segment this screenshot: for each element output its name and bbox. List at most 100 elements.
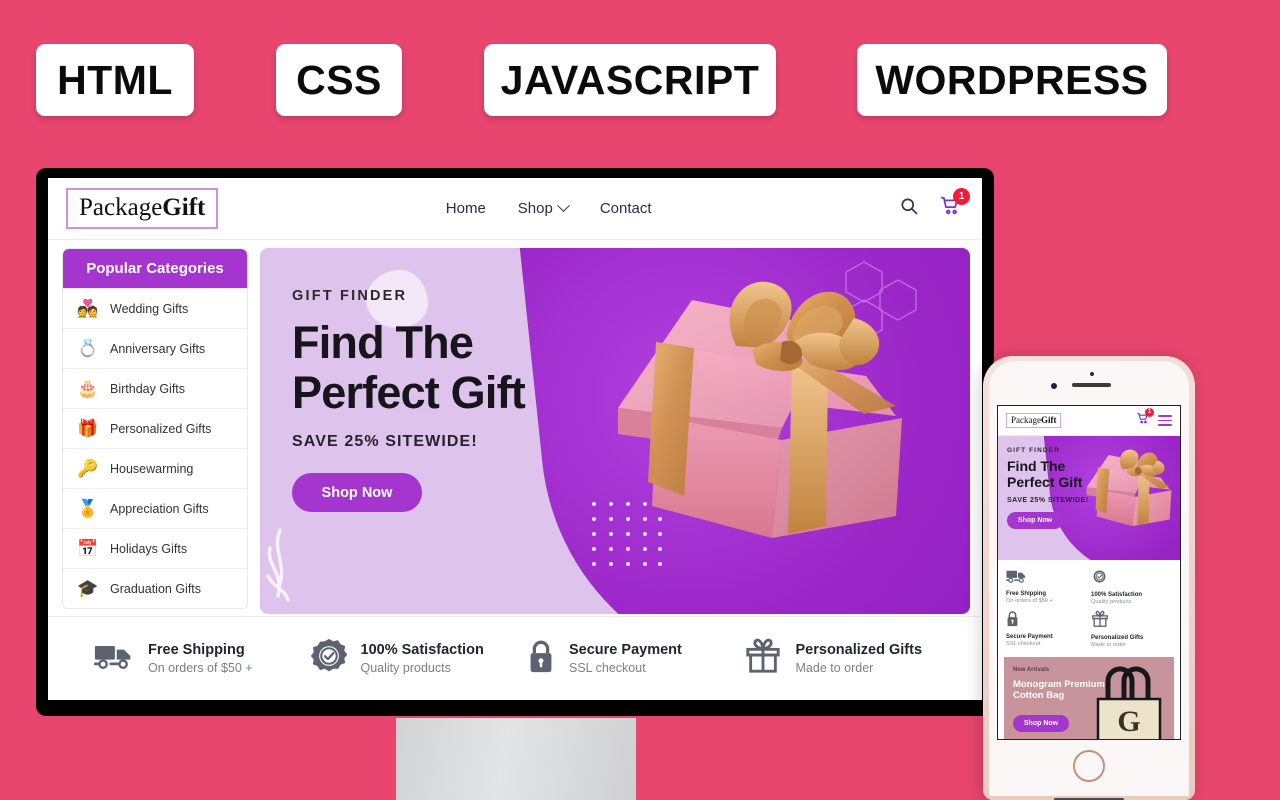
tech-tag-wordpress: WORDPRESS: [857, 44, 1167, 116]
feature-subtitle: On orders of $50 +: [148, 661, 253, 675]
sidebar-item-label: Anniversary Gifts: [110, 341, 206, 356]
mobile-feature-grid: Free Shipping On orders of $50 + 100% Sa…: [998, 560, 1180, 657]
sensor-dot-icon: [1090, 372, 1094, 376]
sidebar-item-holidays-gifts[interactable]: 📅 Holidays Gifts: [63, 528, 247, 568]
mobile-header-actions: 1: [1136, 407, 1172, 430]
mobile-cart-count-badge: 1: [1145, 407, 1154, 417]
promo-tag-label: New Arrivals: [1013, 667, 1050, 673]
chevron-down-icon: [556, 199, 570, 213]
cart-icon[interactable]: 1: [939, 188, 970, 222]
mobile-feature-secure-payment: Secure Payment SSL checkout: [1006, 610, 1087, 648]
birthday-cake-icon: 🎂: [77, 379, 99, 398]
mobile-hero-heading: Find The Perfect Gift: [1007, 458, 1089, 490]
mobile-cart-icon[interactable]: 1: [1136, 407, 1154, 430]
feature-title: 100% Satisfaction: [360, 642, 484, 658]
mobile-hero-shop-now-button[interactable]: Shop Now: [1007, 512, 1063, 530]
feature-free-shipping: Free Shipping On orders of $50 +: [94, 641, 311, 676]
site-logo[interactable]: PackageGift: [66, 188, 219, 229]
gift-box-illustration: [618, 281, 902, 538]
sidebar-item-wedding-gifts[interactable]: 💑 Wedding Gifts: [63, 288, 247, 328]
feature-title: Free Shipping: [148, 642, 245, 658]
mobile-site-logo[interactable]: PackageGift: [1006, 413, 1062, 428]
front-camera-icon: [1051, 383, 1057, 389]
site-header: PackageGift Home Shop Contact 1: [48, 178, 982, 240]
nav-label: Home: [445, 200, 486, 217]
mobile-hero-eyebrow: GIFT FINDER: [1007, 447, 1060, 454]
mobile-logo-text-gift: Gift: [1040, 415, 1057, 425]
hero-eyebrow: GIFT FINDER: [292, 288, 408, 304]
tote-monogram-letter: G: [1117, 705, 1140, 738]
mobile-site-header: PackageGift 1: [998, 406, 1180, 436]
mobile-feature-subtitle: On orders of $50 +: [1006, 598, 1053, 604]
nav-item-shop[interactable]: Shop: [517, 199, 570, 217]
desktop-monitor-mockup: PackageGift Home Shop Contact 1 Popular …: [36, 168, 994, 716]
monitor-stand: [396, 718, 636, 800]
header-actions: 1: [899, 188, 970, 222]
tech-tag-label: WORDPRESS: [875, 56, 1149, 103]
sidebar-item-label: Holidays Gifts: [110, 541, 188, 556]
sidebar-item-label: Wedding Gifts: [110, 301, 189, 316]
key-icon: 🔑: [77, 459, 99, 478]
mobile-hero-heading-line1: Find The: [1007, 458, 1066, 474]
phone-bottom-bezel: [989, 796, 1189, 800]
tech-tag-css: CSS: [276, 44, 402, 116]
feature-secure-payment: Secure Payment SSL checkout: [527, 638, 744, 679]
hamburger-menu-icon[interactable]: [1158, 412, 1172, 429]
feature-title: Personalized Gifts: [795, 642, 923, 658]
earpiece-speaker: [1072, 383, 1111, 387]
mobile-logo-text-package: Package: [1011, 415, 1041, 425]
popular-categories-sidebar: Popular Categories 💑 Wedding Gifts 💍 Ann…: [62, 248, 248, 609]
mobile-promo-banner: New Arrivals Monogram Premium Cotton Bag…: [1004, 657, 1174, 739]
main-navigation: Home Shop Contact: [198, 199, 899, 217]
nav-label: Contact: [599, 200, 652, 217]
hero-shop-now-button[interactable]: Shop Now: [292, 473, 422, 512]
wedding-couple-icon: 💑: [77, 299, 99, 318]
desktop-screen: PackageGift Home Shop Contact 1 Popular …: [48, 178, 982, 700]
promo-shop-now-button[interactable]: Shop Now: [1013, 715, 1069, 732]
home-button[interactable]: [1073, 750, 1105, 782]
mobile-feature-subtitle: Quality products: [1091, 599, 1132, 605]
nav-item-contact[interactable]: Contact: [600, 200, 652, 217]
mobile-phone-mockup: PackageGift 1 GIFT FINDER Find The Perfe…: [983, 356, 1195, 800]
mobile-hero-subheading: SAVE 25% SITEWIDE!: [1007, 497, 1089, 505]
gift-box-icon: 🎁: [77, 419, 99, 438]
feature-title: Secure Payment: [569, 642, 682, 658]
hero-heading-line1: Find The: [292, 317, 474, 368]
sidebar-item-appreciation-gifts[interactable]: 🏅 Appreciation Gifts: [63, 488, 247, 528]
phone-top-bezel: [989, 361, 1189, 405]
sidebar-item-personalized-gifts[interactable]: 🎁 Personalized Gifts: [63, 408, 247, 448]
hero-heading-line2: Perfect Gift: [292, 366, 526, 418]
sidebar-item-label: Birthday Gifts: [110, 381, 186, 396]
tech-tag-label: CSS: [296, 56, 382, 103]
sidebar-item-graduation-gifts[interactable]: 🎓 Graduation Gifts: [63, 568, 247, 608]
tech-tag-javascript: JAVASCRIPT: [484, 44, 776, 116]
cart-count-badge: 1: [953, 188, 970, 205]
mobile-feature-title: Personalized Gifts: [1091, 635, 1144, 641]
sidebar-item-birthday-gifts[interactable]: 🎂 Birthday Gifts: [63, 368, 247, 408]
hero-heading: Find The Perfect Gift: [292, 318, 622, 417]
feature-bar: Free Shipping On orders of $50 + 100% Sa…: [48, 616, 982, 700]
check-seal-icon: [1091, 570, 1108, 589]
monogram-tote-bag-illustration: G: [1096, 666, 1162, 739]
page-content: Popular Categories 💑 Wedding Gifts 💍 Ann…: [48, 240, 982, 614]
mobile-feature-satisfaction: 100% Satisfaction Quality products: [1091, 568, 1172, 605]
hero-subheading: SAVE 25% SITEWIDE!: [292, 433, 478, 450]
nav-item-home[interactable]: Home: [446, 200, 486, 217]
sidebar-item-anniversary-gifts[interactable]: 💍 Anniversary Gifts: [63, 328, 247, 368]
padlock-icon: [527, 638, 555, 679]
calendar-icon: 📅: [77, 539, 99, 558]
mobile-hero-text-block: GIFT FINDER Find The Perfect Gift SAVE 2…: [1007, 447, 1089, 530]
gift-icon: [744, 637, 782, 680]
mobile-feature-title: 100% Satisfaction: [1091, 592, 1143, 598]
mobile-feature-personalized-gifts: Personalized Gifts Made to order: [1091, 610, 1172, 648]
feature-satisfaction: 100% Satisfaction Quality products: [310, 638, 528, 679]
hero-banner: GIFT FINDER Find The Perfect Gift SAVE 2…: [260, 248, 970, 614]
check-seal-icon: [310, 638, 347, 679]
nav-label: Shop: [517, 200, 553, 217]
gift-icon: [1091, 610, 1109, 632]
sidebar-item-housewarming[interactable]: 🔑 Housewarming: [63, 448, 247, 488]
mobile-feature-free-shipping: Free Shipping On orders of $50 +: [1006, 568, 1087, 605]
search-icon[interactable]: [899, 196, 919, 221]
wave-lines-decoration: [266, 528, 290, 602]
graduation-cap-icon: 🎓: [77, 579, 99, 598]
